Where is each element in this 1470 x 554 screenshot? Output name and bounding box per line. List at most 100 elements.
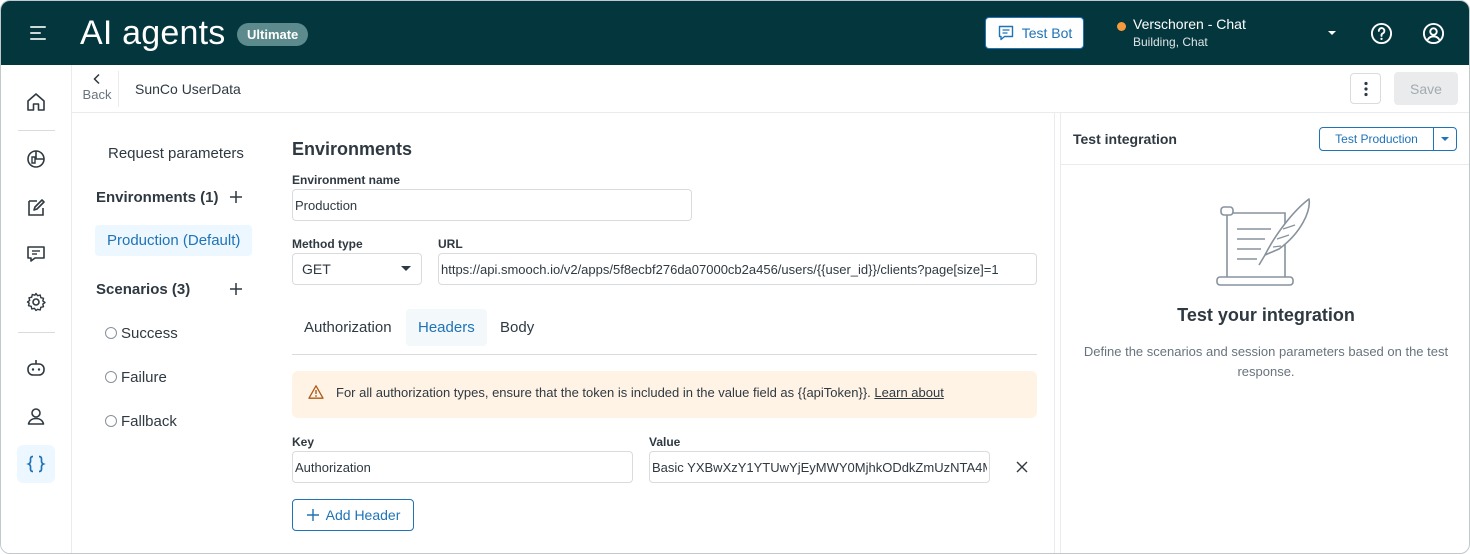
empty-state-description: Define the scenarios and session paramet… <box>1083 344 1449 379</box>
more-options-button[interactable] <box>1350 73 1381 104</box>
value-label: Value <box>649 435 681 449</box>
app-title: AI agents <box>80 14 226 52</box>
nav-bot[interactable] <box>17 349 55 387</box>
panel-header-divider <box>1061 164 1469 165</box>
add-environment-button[interactable] <box>226 187 246 207</box>
test-production-button[interactable]: Test Production <box>1320 128 1434 150</box>
nav-analytics[interactable] <box>17 140 55 178</box>
secondary-nav: Request parameters Environments (1) Prod… <box>72 113 272 553</box>
key-label: Key <box>292 435 315 449</box>
chevron-down-icon <box>1328 31 1336 35</box>
panel-title: Test integration <box>1073 131 1177 147</box>
scenario-label: Success <box>121 324 178 342</box>
chevron-left-icon <box>93 73 100 85</box>
close-icon <box>1016 461 1028 473</box>
scenarios-heading: Scenarios (3) <box>96 281 191 298</box>
scroll-quill-illustration-icon <box>1216 198 1310 286</box>
scenario-item-failure[interactable]: Failure <box>105 367 167 387</box>
alert-message: For all authorization types, ensure that… <box>336 385 944 400</box>
add-header-label: Add Header <box>325 507 401 523</box>
workspace-selector[interactable]: Verschoren - Chat Building, Chat <box>1117 16 1347 52</box>
scenario-item-success[interactable]: Success <box>105 323 178 343</box>
header-value-input[interactable] <box>649 451 990 483</box>
nav-settings[interactable] <box>17 283 55 321</box>
radio-circle-icon <box>105 327 117 339</box>
tabs-divider <box>292 354 1037 355</box>
add-scenario-button[interactable] <box>226 279 246 299</box>
header-key-input[interactable] <box>292 451 633 483</box>
radio-circle-icon <box>105 415 117 427</box>
caret-down-icon <box>401 266 411 271</box>
method-type-value: GET <box>302 261 331 277</box>
nav-chat[interactable] <box>17 235 55 273</box>
chat-icon <box>27 246 45 262</box>
method-type-select[interactable]: GET <box>292 253 422 285</box>
settings-icon <box>26 292 46 312</box>
test-environment-split-button: Test Production <box>1319 127 1457 151</box>
environments-heading: Environments (1) <box>96 189 219 206</box>
nav-edit[interactable] <box>17 189 55 227</box>
section-title: Environments <box>292 139 413 159</box>
request-parameters-link[interactable]: Request parameters <box>108 145 244 162</box>
tab-headers[interactable]: Headers <box>406 309 487 346</box>
scenario-label: Failure <box>121 368 167 386</box>
url-label: URL <box>438 237 463 251</box>
integration-name: SunCo UserData <box>135 81 241 97</box>
empty-state-title: Test your integration <box>1177 305 1355 325</box>
left-nav <box>1 65 72 553</box>
warning-icon <box>308 385 324 399</box>
method-type-label: Method type <box>292 237 363 251</box>
test-bot-label: Test Bot <box>1021 25 1073 41</box>
test-bot-button[interactable]: Test Bot <box>985 17 1084 49</box>
bot-icon <box>27 360 45 376</box>
status-dot <box>1117 22 1126 31</box>
learn-about-link[interactable]: Learn about <box>874 385 943 400</box>
nav-users[interactable] <box>17 397 55 435</box>
home-icon <box>27 93 45 111</box>
plus-icon <box>306 509 319 521</box>
environment-item-production[interactable]: Production (Default) <box>95 225 253 256</box>
test-integration-panel: Test integration Test Production Test yo… <box>1061 113 1469 553</box>
warning-alert: For all authorization types, ensure that… <box>292 371 1037 418</box>
nav-divider <box>18 332 55 333</box>
user-profile-icon[interactable] <box>1422 22 1445 45</box>
environment-name-input[interactable] <box>292 189 692 221</box>
remove-header-button[interactable] <box>1012 457 1032 477</box>
caret-down-icon <box>1441 137 1449 141</box>
divider <box>118 71 119 107</box>
scenario-label: Fallback <box>121 412 177 430</box>
analytics-icon <box>27 150 45 168</box>
test-environment-dropdown[interactable] <box>1434 128 1456 150</box>
sub-header: Back SunCo UserData Save <box>72 65 1469 113</box>
top-bar: AI agents Ultimate Test Bot Verschoren -… <box>1 1 1469 65</box>
tab-authorization[interactable]: Authorization <box>292 309 404 346</box>
plan-badge: Ultimate <box>237 23 309 46</box>
scenario-item-fallback[interactable]: Fallback <box>105 411 177 431</box>
panel-resize-handle[interactable] <box>1054 113 1061 553</box>
nav-home[interactable] <box>17 83 55 121</box>
code-braces-icon <box>26 455 46 473</box>
save-button[interactable]: Save <box>1394 72 1458 105</box>
back-label: Back <box>82 87 112 102</box>
menu-icon[interactable] <box>27 21 51 45</box>
help-icon[interactable] <box>1370 22 1393 45</box>
back-button[interactable]: Back <box>79 70 115 110</box>
chat-bubble-icon <box>998 25 1013 41</box>
user-icon <box>27 408 45 425</box>
app-window: AI agents Ultimate Test Bot Verschoren -… <box>0 0 1470 554</box>
url-input[interactable] <box>438 253 1037 285</box>
workspace-subtitle: Building, Chat <box>1133 35 1208 49</box>
plus-icon <box>230 191 242 203</box>
radio-circle-icon <box>105 371 117 383</box>
environment-form: Environments Environment name Method typ… <box>272 113 1054 553</box>
plus-icon <box>230 283 242 295</box>
more-vertical-icon <box>1363 81 1368 96</box>
nav-integrations[interactable] <box>17 445 55 483</box>
environment-name-label: Environment name <box>292 173 401 187</box>
tab-body[interactable]: Body <box>488 309 546 346</box>
nav-divider <box>18 130 55 131</box>
add-header-button[interactable]: Add Header <box>292 499 414 531</box>
workspace-name: Verschoren - Chat <box>1133 16 1246 32</box>
edit-icon <box>28 199 45 216</box>
alert-text: For all authorization types, ensure that… <box>336 385 871 400</box>
